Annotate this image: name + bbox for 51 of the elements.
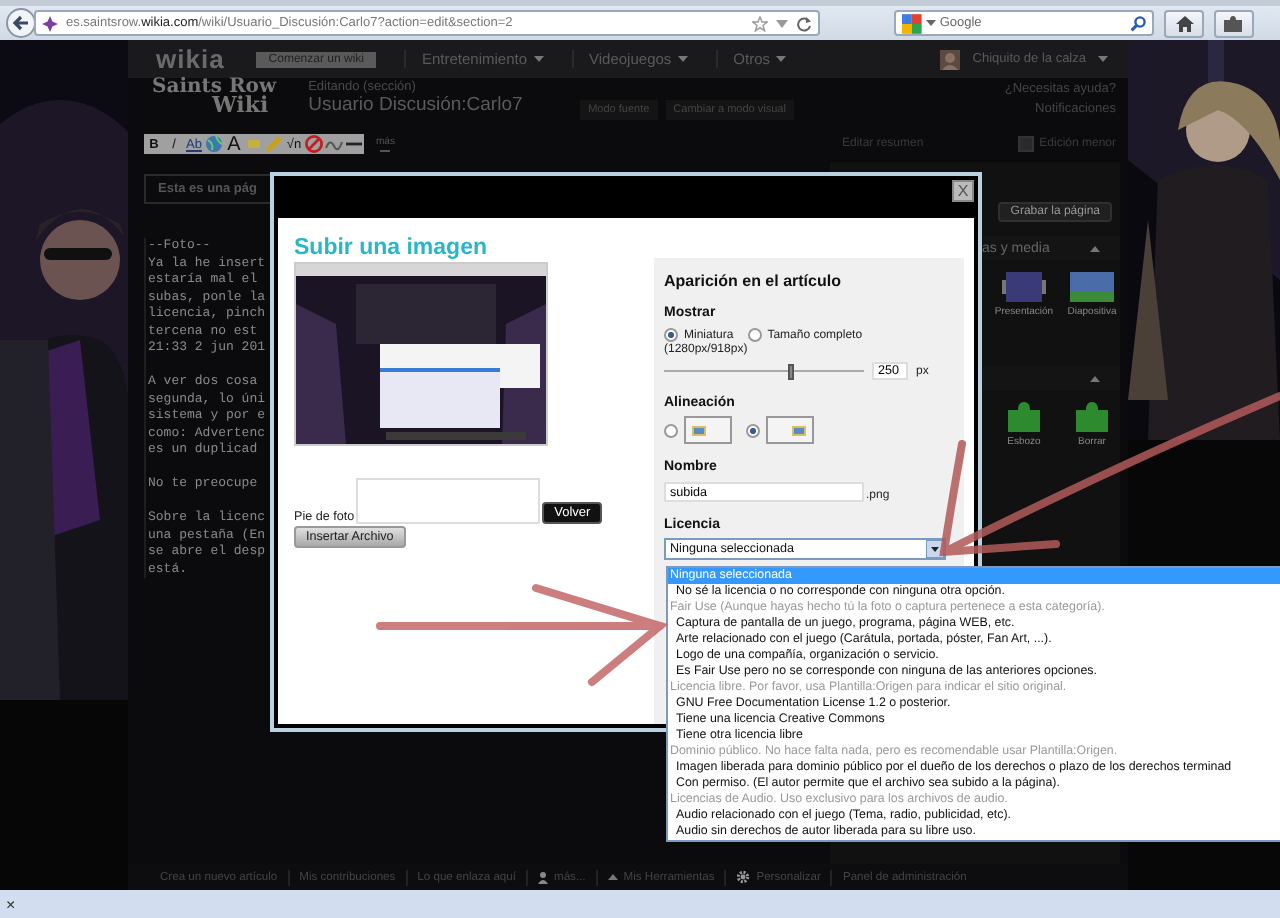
pencil-icon — [264, 134, 284, 154]
settings-icon[interactable] — [736, 870, 751, 884]
home-icon — [1175, 15, 1193, 31]
person-icon — [538, 871, 548, 883]
caret-icon — [1098, 56, 1108, 62]
radio-button[interactable] — [664, 328, 678, 342]
radio-button[interactable] — [746, 423, 760, 437]
site-icon — [42, 15, 58, 31]
star-icon[interactable] — [752, 15, 768, 31]
avatar-icon — [940, 49, 961, 69]
alignment-option[interactable] — [684, 416, 732, 444]
slideshow-icon — [1002, 272, 1046, 302]
caret-icon — [776, 56, 787, 62]
site-logo[interactable]: wikia — [156, 44, 225, 74]
dropdown-icon[interactable] — [776, 19, 788, 27]
caret-icon — [1090, 245, 1100, 251]
panel-heading: Aparición en el artículo — [664, 272, 843, 290]
caret-icon — [1090, 375, 1100, 381]
google-icon — [902, 13, 922, 33]
page-title: Usuario Discusión:Carlo7 — [308, 94, 525, 116]
search-icon[interactable] — [1130, 15, 1146, 31]
globe-icon — [204, 134, 224, 154]
puzzle-icon — [1076, 402, 1108, 432]
caret-icon — [677, 56, 688, 62]
puzzle-icon — [1224, 15, 1244, 31]
no-sign-icon — [304, 134, 324, 154]
landscape-icon — [1070, 272, 1114, 302]
toolbar-button[interactable]: A — [224, 134, 244, 154]
back-icon[interactable] — [6, 8, 36, 38]
wiki-logo[interactable]: Saints Row Wiki — [152, 78, 277, 114]
slider-thumb[interactable] — [788, 364, 794, 380]
alignment-option[interactable] — [766, 416, 814, 444]
addon-button[interactable] — [1214, 9, 1254, 37]
puzzle-icon — [1008, 402, 1040, 432]
tag-icon — [244, 134, 264, 154]
image-icon — [792, 425, 806, 435]
toolbar-button[interactable] — [344, 134, 364, 154]
radio-button[interactable] — [664, 423, 678, 437]
home-button[interactable] — [1164, 9, 1204, 37]
radio-button[interactable] — [747, 328, 762, 342]
caret-icon — [607, 874, 618, 880]
close-button[interactable]: × — [6, 895, 16, 913]
reload-icon[interactable] — [796, 15, 812, 31]
toolbar-button[interactable] — [324, 134, 344, 154]
caption-field[interactable] — [356, 478, 541, 524]
image-icon — [692, 425, 706, 435]
close-button[interactable]: X — [952, 180, 974, 202]
caret-icon — [533, 56, 544, 62]
dropdown-icon[interactable] — [925, 20, 936, 26]
checkbox[interactable] — [1017, 136, 1034, 152]
dialog-title: Subir una imagen — [294, 236, 487, 260]
